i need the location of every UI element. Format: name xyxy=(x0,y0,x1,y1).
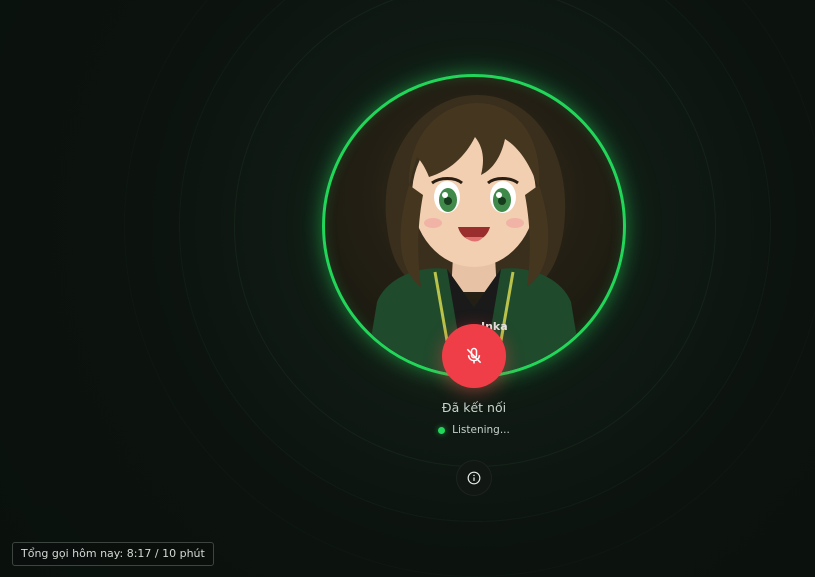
status-dot-icon xyxy=(438,426,446,434)
voice-call-screen: Inka Đã kết nối Listening... Tổng gọi hô… xyxy=(0,0,815,577)
listening-label: Listening... xyxy=(452,424,510,436)
mic-off-icon xyxy=(466,347,482,364)
mute-mic-button[interactable] xyxy=(442,324,506,388)
daily-usage-badge: Tổng gọi hôm nay: 8:17 / 10 phút xyxy=(12,542,214,566)
listening-status: Listening... xyxy=(374,424,574,436)
info-icon xyxy=(467,471,481,485)
info-button[interactable] xyxy=(456,460,492,496)
connection-status: Đã kết nối xyxy=(441,400,507,415)
